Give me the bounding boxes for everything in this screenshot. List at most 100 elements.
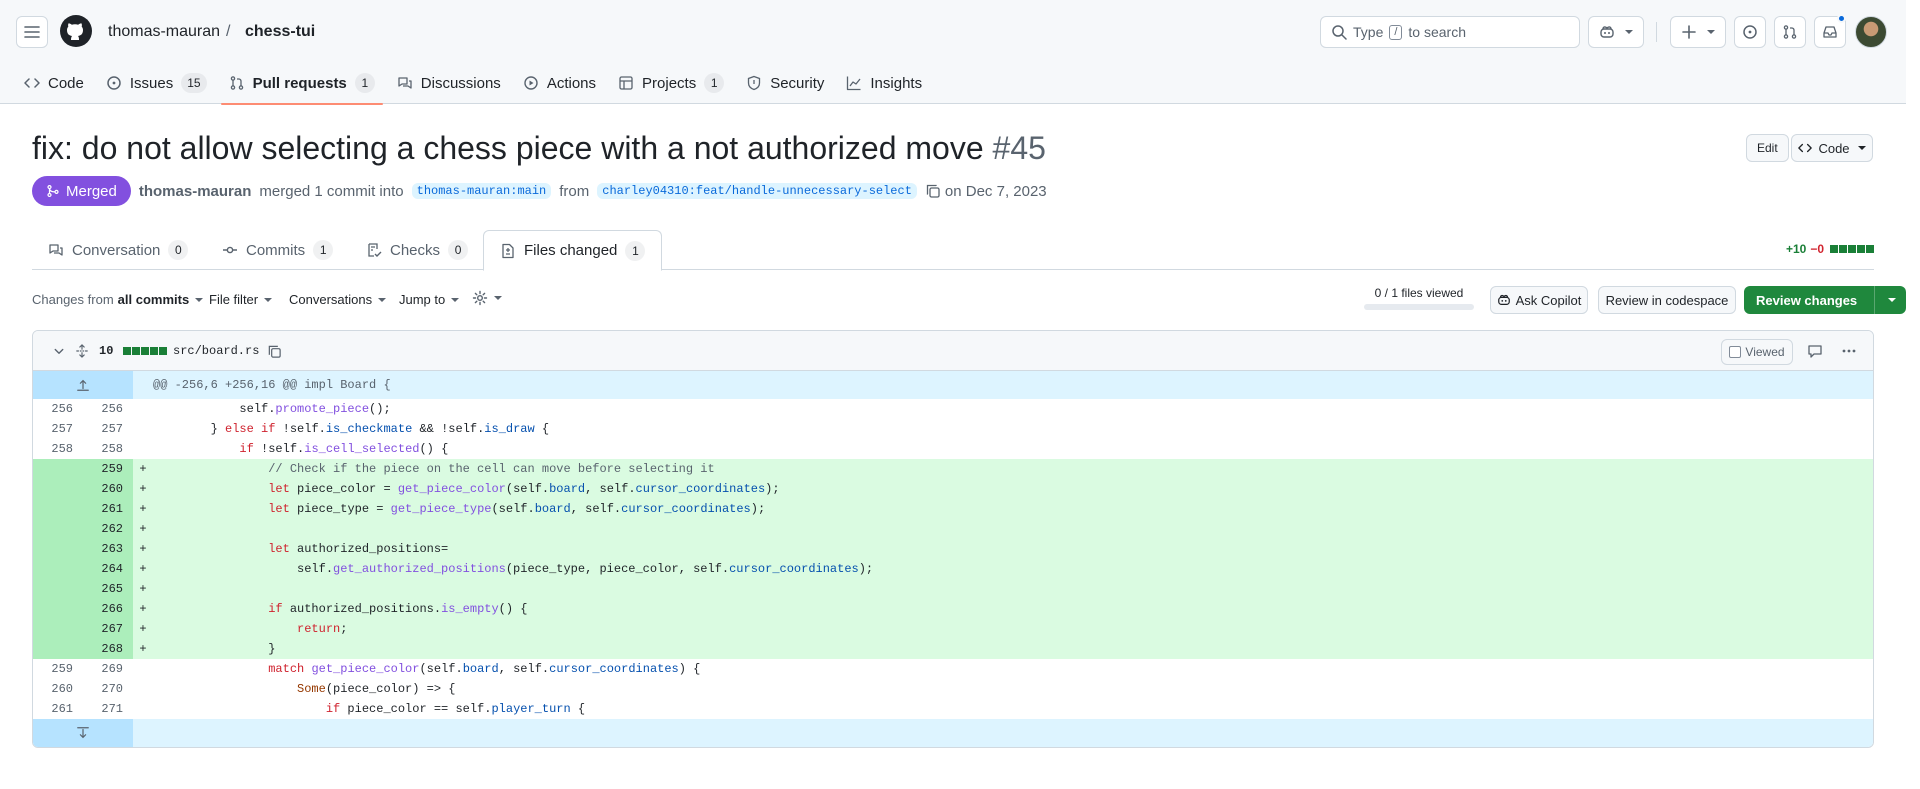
diff-sign: + — [133, 519, 153, 539]
old-line-number[interactable] — [33, 459, 83, 479]
file-path[interactable]: src/board.rs — [173, 331, 259, 371]
chevron-down-icon[interactable] — [1887, 298, 1896, 302]
new-line-number[interactable]: 266 — [83, 599, 133, 619]
old-line-number[interactable]: 256 — [33, 399, 83, 419]
new-line-number[interactable]: 271 — [83, 699, 133, 719]
pull-requests-button[interactable] — [1774, 16, 1806, 48]
old-line-number[interactable] — [33, 579, 83, 599]
fold-up-icon — [77, 379, 89, 391]
comment-on-file-button[interactable] — [1807, 331, 1823, 371]
conversations-dropdown[interactable]: Conversations — [289, 292, 387, 307]
repo-tab-security[interactable]: Security — [738, 62, 832, 104]
changes-from-label: Changes from — [32, 292, 114, 307]
new-line-number[interactable]: 258 — [83, 439, 133, 459]
repo-owner-link[interactable]: thomas-mauran — [108, 22, 220, 42]
copy-path-button[interactable] — [267, 331, 282, 371]
ask-copilot-button[interactable]: Ask Copilot — [1490, 286, 1588, 314]
diff-line-context: 261 271 if piece_color == self.player_tur… — [33, 699, 1873, 719]
new-line-number[interactable]: 262 — [83, 519, 133, 539]
repo-tab-projects[interactable]: Projects 1 — [610, 62, 732, 104]
expand-down-button[interactable] — [33, 719, 133, 747]
old-line-number[interactable] — [33, 619, 83, 639]
user-avatar[interactable] — [1855, 16, 1887, 48]
diff-line-added: 264 + self.get_authorized_positions(piece… — [33, 559, 1873, 579]
tab-commits[interactable]: Commits 1 — [206, 230, 349, 270]
new-line-number[interactable]: 269 — [83, 659, 133, 679]
new-line-number[interactable]: 263 — [83, 539, 133, 559]
diff-sign — [133, 699, 153, 719]
head-branch[interactable]: charley04310:feat/handle-unnecessary-sel… — [597, 183, 917, 199]
new-line-number[interactable]: 259 — [83, 459, 133, 479]
review-in-codespace-button[interactable]: Review in codespace — [1598, 286, 1736, 314]
hunk-header-text: @@ -256,6 +256,16 @@ impl Board { — [153, 378, 391, 392]
jump-to-dropdown[interactable]: Jump to — [399, 292, 460, 307]
new-line-number[interactable]: 265 — [83, 579, 133, 599]
new-line-number[interactable]: 268 — [83, 639, 133, 659]
issues-counter: 15 — [181, 73, 207, 93]
new-line-number[interactable]: 261 — [83, 499, 133, 519]
changes-from-dropdown[interactable]: Changes from all commits — [32, 292, 204, 307]
old-line-number[interactable] — [33, 639, 83, 659]
expand-all-button[interactable] — [75, 331, 89, 371]
code-line: match get_piece_color(self.board, self.c… — [153, 659, 1873, 679]
repo-tab-code[interactable]: Code — [16, 62, 92, 104]
copilot-button[interactable] — [1588, 16, 1644, 48]
menu-button[interactable] — [16, 16, 48, 48]
file-filter-dropdown[interactable]: File filter — [209, 292, 273, 307]
search-icon — [1332, 25, 1347, 40]
repo-tab-issues[interactable]: Issues 15 — [98, 62, 215, 104]
repo-tab-label: Code — [48, 74, 84, 92]
diff-toolbar: Changes from all commits File filter Con… — [32, 286, 1906, 314]
new-line-number[interactable]: 256 — [83, 399, 133, 419]
chevron-down-icon — [378, 297, 387, 302]
old-line-number[interactable]: 259 — [33, 659, 83, 679]
repo-tab-actions[interactable]: Actions — [515, 62, 604, 104]
old-line-number[interactable] — [33, 479, 83, 499]
viewed-checkbox[interactable] — [1729, 346, 1742, 358]
new-line-number[interactable]: 264 — [83, 559, 133, 579]
edit-title-button[interactable]: Edit — [1746, 134, 1789, 162]
new-line-number[interactable]: 257 — [83, 419, 133, 439]
pr-author-link[interactable]: thomas-mauran — [139, 183, 252, 200]
create-new-button[interactable] — [1670, 16, 1726, 48]
repo-name-link[interactable]: chess-tui — [245, 22, 315, 42]
new-line-number[interactable]: 270 — [83, 679, 133, 699]
old-line-number[interactable] — [33, 519, 83, 539]
old-line-number[interactable]: 257 — [33, 419, 83, 439]
base-branch[interactable]: thomas-mauran:main — [411, 183, 552, 199]
copy-icon — [268, 345, 281, 358]
tab-checks[interactable]: Checks 0 — [350, 230, 484, 270]
old-line-number[interactable]: 260 — [33, 679, 83, 699]
file-options-button[interactable] — [1841, 331, 1857, 371]
old-line-number[interactable] — [33, 499, 83, 519]
github-logo-icon[interactable] — [60, 15, 92, 47]
old-line-number[interactable]: 258 — [33, 439, 83, 459]
old-line-number[interactable] — [33, 599, 83, 619]
new-line-number[interactable]: 260 — [83, 479, 133, 499]
tab-label: Commits — [246, 241, 306, 259]
review-changes-button[interactable]: Review changes — [1744, 286, 1906, 314]
copy-icon[interactable] — [925, 183, 941, 199]
merged-state-badge: Merged — [32, 176, 131, 206]
viewed-checkbox-button[interactable]: Viewed — [1721, 339, 1793, 365]
tab-files-changed[interactable]: Files changed 1 — [483, 230, 663, 271]
issue-icon — [1743, 25, 1757, 39]
code-dropdown-button[interactable]: Code — [1791, 134, 1873, 162]
old-line-number[interactable] — [33, 539, 83, 559]
repo-tab-insights[interactable]: Insights — [838, 62, 930, 104]
diff-settings-button[interactable] — [472, 290, 502, 306]
commit-icon — [223, 246, 237, 254]
old-line-number[interactable]: 261 — [33, 699, 83, 719]
expand-up-button[interactable] — [33, 371, 133, 399]
graph-icon — [847, 76, 861, 91]
new-line-number[interactable]: 267 — [83, 619, 133, 639]
collapse-file-button[interactable] — [53, 331, 65, 371]
repo-tab-pull-requests[interactable]: Pull requests 1 — [220, 62, 383, 105]
issues-button[interactable] — [1734, 16, 1766, 48]
tab-conversation[interactable]: Conversation 0 — [32, 230, 204, 270]
old-line-number[interactable] — [33, 559, 83, 579]
search-input[interactable]: Type / to search — [1320, 16, 1580, 48]
repo-tab-discussions[interactable]: Discussions — [389, 62, 509, 104]
comment-icon — [1808, 345, 1822, 358]
diff-sign: + — [133, 459, 153, 479]
